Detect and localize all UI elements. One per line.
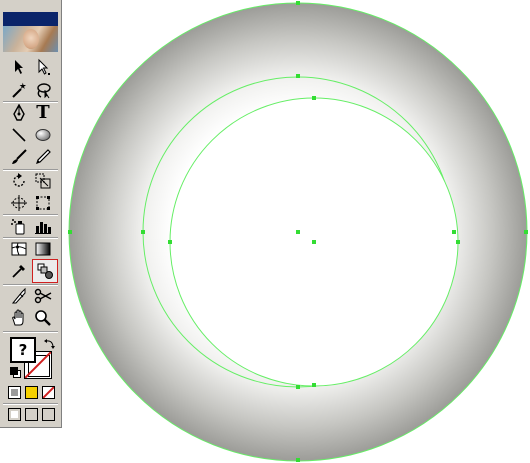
none-button[interactable] <box>42 386 55 399</box>
scale-tool-icon[interactable] <box>33 171 53 191</box>
type-tool-icon[interactable]: T <box>33 103 53 123</box>
standard-screen-mode-button[interactable] <box>8 408 21 421</box>
swap-fill-stroke-icon[interactable] <box>44 335 56 349</box>
rotate-tool-icon[interactable] <box>9 171 29 191</box>
direct-selection-tool-icon[interactable] <box>33 57 53 77</box>
line-tool-icon[interactable] <box>9 125 29 145</box>
gradient-button[interactable] <box>25 386 38 399</box>
ellipse-tool-icon[interactable] <box>33 125 53 145</box>
warp-tool-icon[interactable] <box>9 193 29 213</box>
slice-tool-icon[interactable] <box>9 286 29 306</box>
fill-stroke-swatches: ? <box>8 335 58 379</box>
tools-panel: T ? <box>0 0 62 428</box>
lasso-tool-icon[interactable] <box>33 80 53 100</box>
blend-tool-icon[interactable] <box>32 259 58 283</box>
zoom-tool-icon[interactable] <box>33 308 53 328</box>
fill-unknown-glyph: ? <box>18 341 28 359</box>
gradient-tool-icon[interactable] <box>33 239 53 259</box>
pen-tool-icon[interactable] <box>9 103 29 123</box>
default-fill-stroke-icon[interactable] <box>10 367 21 378</box>
graph-tool-icon[interactable] <box>33 216 53 236</box>
venus-banner-logo[interactable] <box>3 26 58 52</box>
paintbrush-tool-icon[interactable] <box>9 147 29 167</box>
scissors-tool-icon[interactable] <box>33 286 53 306</box>
full-screen-menu-mode-button[interactable] <box>25 408 38 421</box>
symbol-sprayer-tool-icon[interactable] <box>9 216 29 236</box>
full-screen-mode-button[interactable] <box>42 408 55 421</box>
eyedropper-tool-icon[interactable] <box>9 261 29 281</box>
selection-tool-icon[interactable] <box>9 57 29 77</box>
tools-panel-titlebar[interactable] <box>3 12 58 26</box>
free-transform-tool-icon[interactable] <box>33 193 53 213</box>
artboard-canvas[interactable] <box>0 0 530 463</box>
mesh-tool-icon[interactable] <box>9 239 29 259</box>
pencil-tool-icon[interactable] <box>33 147 53 167</box>
fill-swatch[interactable]: ? <box>10 337 36 363</box>
color-button[interactable] <box>8 386 21 399</box>
magic-wand-tool-icon[interactable] <box>9 80 29 100</box>
hand-tool-icon[interactable] <box>9 308 29 328</box>
